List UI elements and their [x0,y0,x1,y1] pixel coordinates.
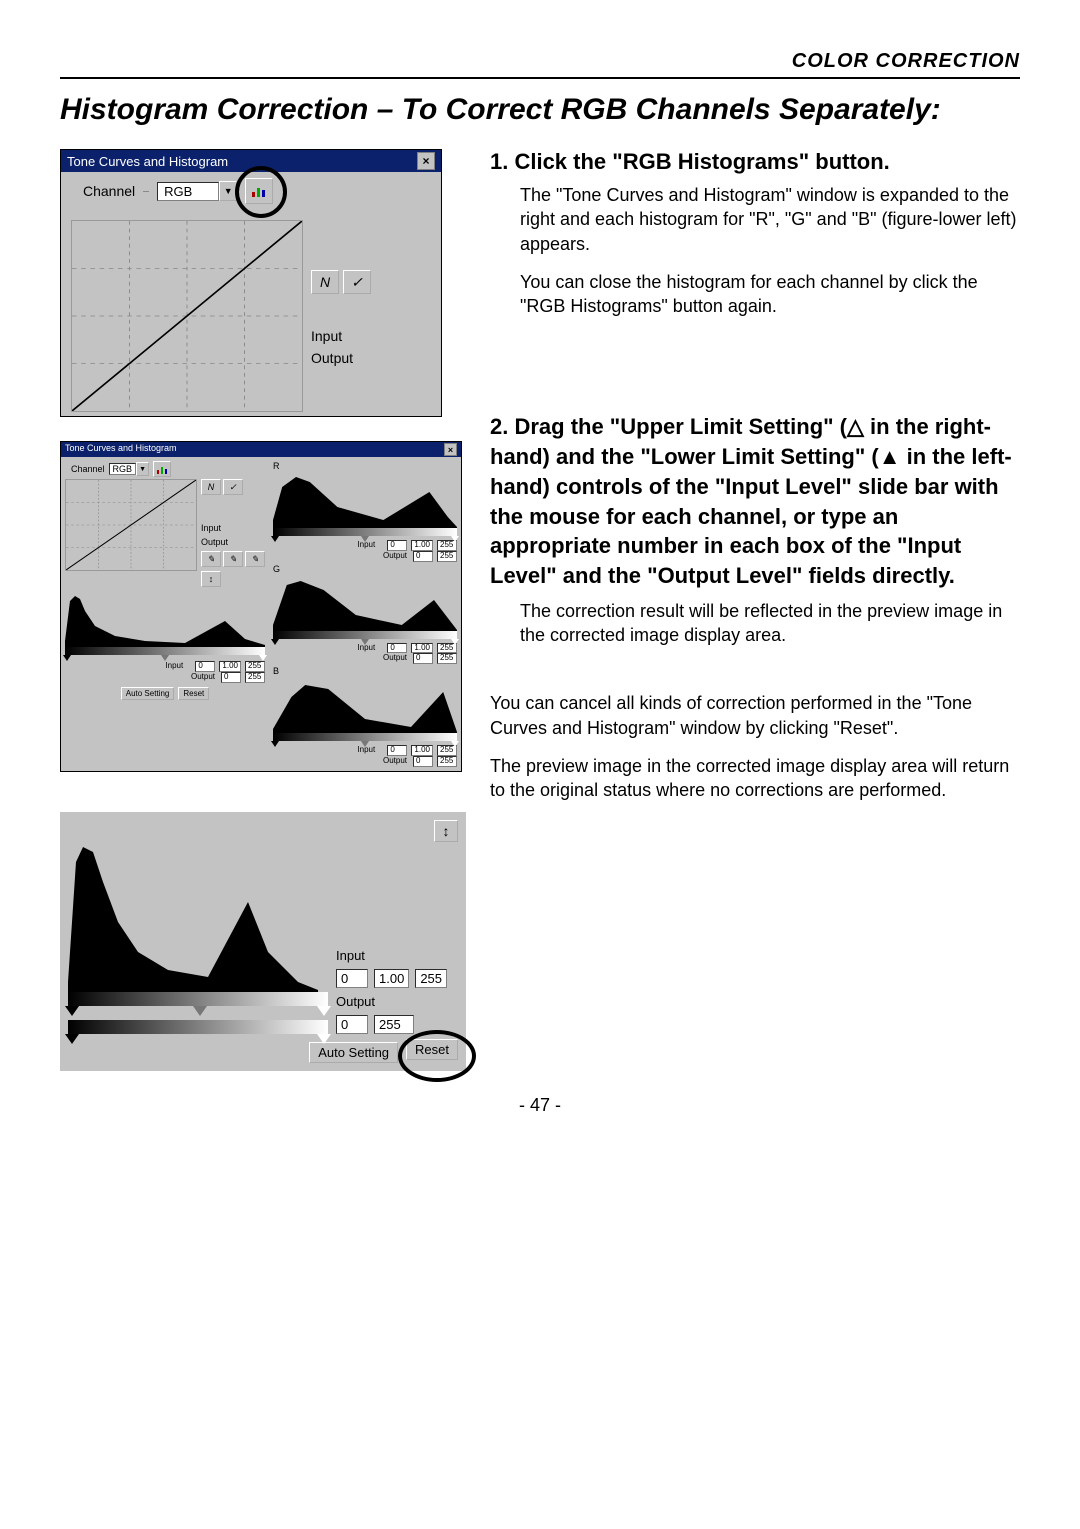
histogram-closeup: ↕ [60,812,466,1071]
output-lower-handle[interactable] [65,1034,79,1044]
channel-label: Channel [71,464,105,474]
auto-setting-button[interactable]: Auto Setting [121,687,175,700]
channel-r-block: R Input01.00255 Output0255 [273,461,457,562]
master-histogram [65,591,265,655]
channel-b-block: B Input01.00255 Output0255 [273,666,457,767]
page-number: - 47 - [60,1095,1020,1116]
chevron-down-icon[interactable]: ▼ [136,462,149,476]
tone-curve-graph[interactable] [71,220,303,412]
step2-heading: 2. Drag the "Upper Limit Setting" (△ in … [490,412,1020,590]
output-high[interactable]: 255 [374,1015,414,1034]
reset-button[interactable]: Reset [406,1039,458,1060]
gamma-handle[interactable] [193,1006,207,1016]
b-input-slider[interactable] [273,733,457,741]
eyedropper-black-button[interactable]: ✎ [201,551,221,567]
auto-setting-button[interactable]: Auto Setting [309,1042,398,1063]
g-histogram [273,575,457,639]
input-low[interactable]: 0 [336,969,368,988]
channel-select[interactable]: RGB ▼ [157,181,237,201]
input-slider[interactable] [65,647,265,655]
output-low[interactable]: 0 [221,672,241,683]
smooth-tool-button[interactable]: ✓ [343,270,371,294]
upper-limit-handle[interactable] [317,1006,331,1016]
input-row-label: Input [311,328,371,344]
output-low[interactable]: 0 [336,1015,368,1034]
g-input-slider[interactable] [273,631,457,639]
channel-g-block: G Input01.00255 Output0255 [273,564,457,665]
apply-button[interactable]: ↕ [434,820,458,842]
section-header: COLOR CORRECTION [60,50,1020,79]
output-label: Output [336,994,447,1009]
step1-paragraph: You can close the histogram for each cha… [520,270,1020,319]
input-gamma[interactable]: 1.00 [219,661,241,672]
smooth-tool-button[interactable]: ✓ [223,479,243,495]
apply-button[interactable]: ↕ [201,571,221,587]
output-high[interactable]: 255 [245,672,265,683]
input-slider[interactable] [68,992,328,1006]
freehand-tool-button[interactable]: N [311,270,339,294]
eyedropper-gray-button[interactable]: ✎ [223,551,243,567]
freehand-tool-button[interactable]: N [201,479,221,495]
b-histogram [273,677,457,741]
input-gamma[interactable]: 1.00 [374,969,409,988]
input-label: Input [336,948,447,963]
step1-heading: 1. Click the "RGB Histograms" button. [490,149,1020,175]
output-upper-handle[interactable] [317,1034,331,1044]
output-slider[interactable] [68,1020,328,1034]
page-title: Histogram Correction – To Correct RGB Ch… [60,93,1020,127]
note-paragraph: You can cancel all kinds of correction p… [490,691,1020,740]
reset-button[interactable]: Reset [178,687,209,700]
step1-paragraph: The "Tone Curves and Histogram" window i… [520,183,1020,256]
tone-curves-window-collapsed: Tone Curves and Histogram × Channel RGB … [60,149,442,417]
output-row-label: Output [311,350,371,366]
input-high[interactable]: 255 [245,661,265,672]
output-label: Output [201,537,265,547]
r-input-slider[interactable] [273,528,457,536]
input-label: Input [201,523,265,533]
rgb-histograms-button[interactable] [153,461,171,477]
close-icon[interactable]: × [444,443,457,456]
r-histogram [273,472,457,536]
window-title: Tone Curves and Histogram [65,443,177,456]
window-title: Tone Curves and Histogram [67,154,228,169]
chevron-down-icon[interactable]: ▼ [219,181,237,201]
tone-curve-graph[interactable] [65,479,197,571]
lower-limit-handle[interactable] [65,1006,79,1016]
input-high[interactable]: 255 [415,969,447,988]
eyedropper-white-button[interactable]: ✎ [245,551,265,567]
channel-label: Channel [83,183,135,199]
rgb-histograms-button[interactable] [245,178,273,204]
close-icon[interactable]: × [417,152,435,170]
master-histogram [68,842,318,992]
channel-select[interactable]: RGB ▼ [109,462,150,476]
tone-curves-window-expanded: Tone Curves and Histogram × Channel RGB … [60,441,462,772]
input-low[interactable]: 0 [195,661,215,672]
step2-paragraph: The correction result will be reflected … [520,599,1020,648]
note-paragraph: The preview image in the corrected image… [490,754,1020,803]
